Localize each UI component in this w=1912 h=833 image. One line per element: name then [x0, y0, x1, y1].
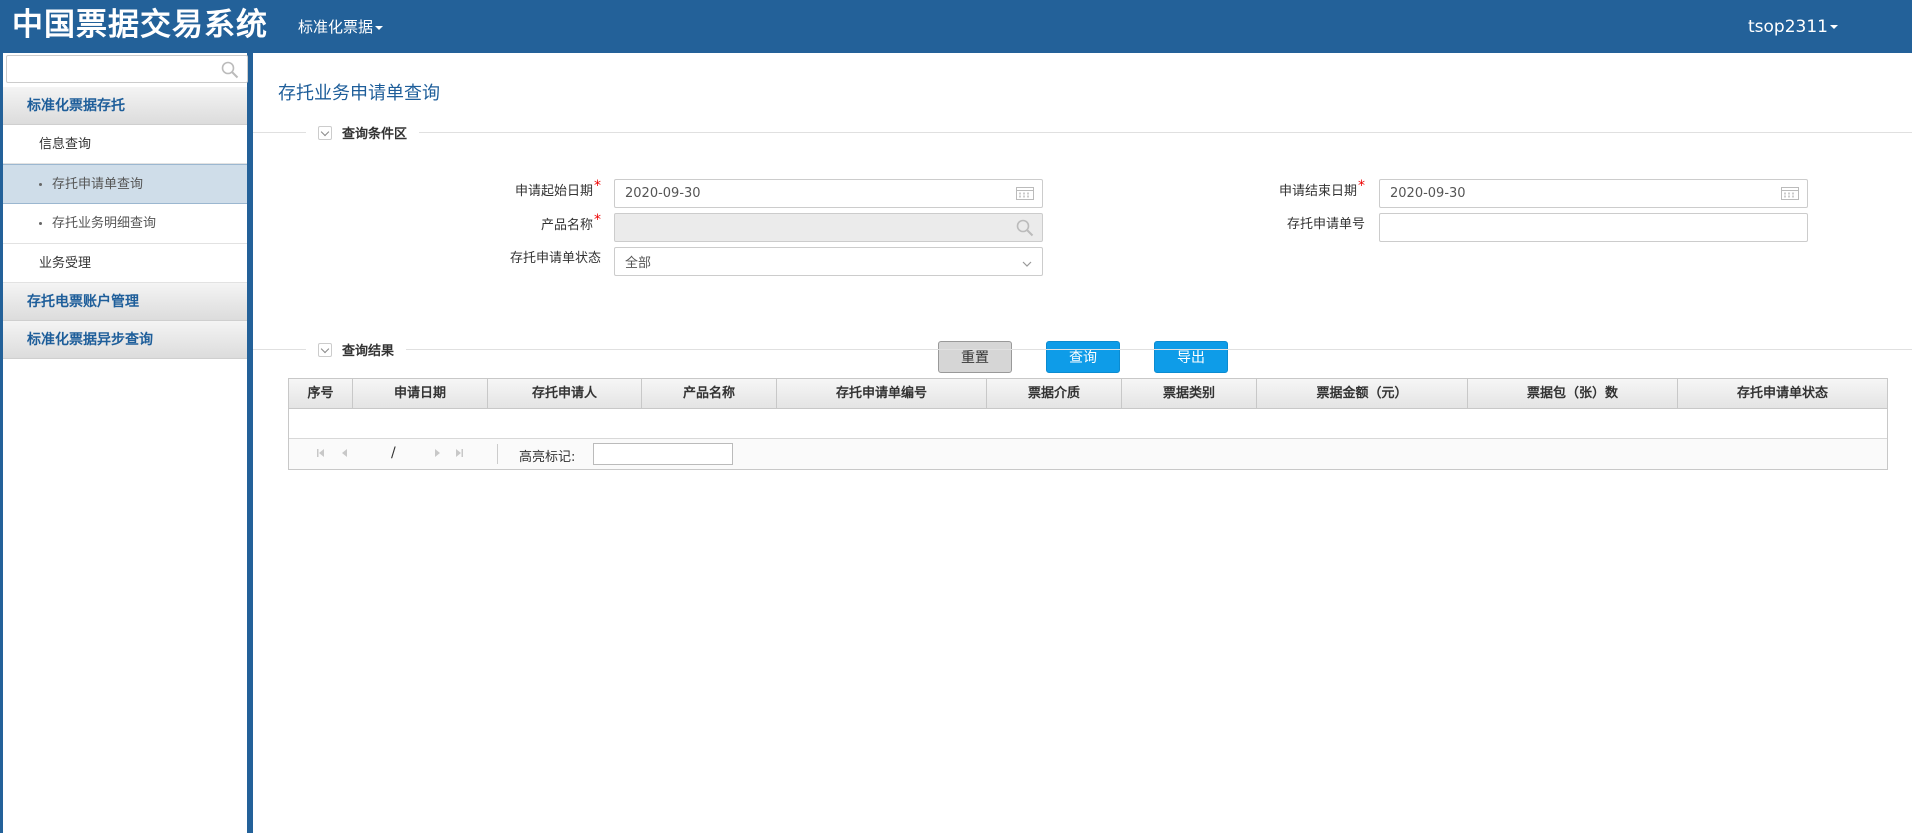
last-page-icon[interactable]: [453, 447, 465, 459]
app-title: 中国票据交易系统: [12, 7, 268, 43]
highlight-input[interactable]: [593, 443, 733, 465]
table-body: [289, 409, 1887, 439]
sidebar-item-label: 存托申请单查询: [52, 177, 144, 192]
column-header-applicant[interactable]: 存托申请人: [488, 379, 642, 408]
start-date-label-text: 申请起始日期: [514, 184, 593, 199]
user-menu[interactable]: tsop2311: [1748, 17, 1838, 37]
status-select-value[interactable]: [615, 248, 978, 275]
highlight-label: 高亮标记:: [519, 450, 576, 465]
product-name-field[interactable]: [614, 213, 1043, 242]
end-date-label: 申请结束日期*: [1205, 178, 1365, 204]
start-date-label: 申请起始日期*: [441, 178, 601, 204]
product-name-input[interactable]: [615, 214, 978, 241]
caret-down-icon: [375, 25, 384, 30]
section-divider: [253, 349, 1912, 350]
start-date-field[interactable]: [614, 179, 1043, 208]
application-no-input[interactable]: [1380, 214, 1743, 241]
required-mark: *: [1358, 178, 1365, 194]
top-header: 中国票据交易系统 标准化票据 tsop2311: [0, 0, 1912, 53]
page-indicator: /: [391, 445, 396, 461]
first-page-icon[interactable]: [315, 447, 327, 459]
caret-down-icon: [1829, 25, 1838, 29]
column-header-application-no[interactable]: 存托申请单编号: [777, 379, 987, 408]
table-pager: / 高亮标记:: [289, 439, 1887, 469]
chevron-down-icon: [318, 125, 332, 140]
column-header-bill-count[interactable]: 票据包（张）数: [1468, 379, 1678, 408]
result-section-header[interactable]: 查询结果: [306, 341, 407, 359]
main-content: 存托业务申请单查询 查询条件区 申请起始日期* 申请结束日期* 产品名称* 存托…: [253, 53, 1912, 833]
application-no-label: 存托申请单号: [1286, 217, 1365, 232]
column-header-apply-date[interactable]: 申请日期: [353, 379, 488, 408]
column-header-bill-type[interactable]: 票据类别: [1122, 379, 1257, 408]
end-date-input[interactable]: [1380, 180, 1743, 207]
status-label: 存托申请单状态: [509, 251, 601, 266]
query-button[interactable]: 查询: [1046, 341, 1120, 373]
calendar-icon[interactable]: [1781, 186, 1799, 203]
end-date-field[interactable]: [1379, 179, 1808, 208]
search-icon[interactable]: [1016, 219, 1034, 240]
start-date-input[interactable]: [615, 180, 978, 207]
column-header-bill-amount[interactable]: 票据金额（元）: [1257, 379, 1468, 408]
sidebar-search: [6, 55, 248, 83]
pager-divider: [497, 444, 498, 464]
standard-bill-menu[interactable]: 标准化票据: [298, 17, 384, 37]
bullet-icon: [39, 183, 42, 186]
required-mark: *: [594, 212, 601, 228]
prev-page-icon[interactable]: [339, 447, 351, 459]
user-name: tsop2311: [1748, 17, 1828, 37]
end-date-label-text: 申请结束日期: [1278, 184, 1357, 199]
sidebar: 标准化票据存托 信息查询 存托申请单查询 存托业务明细查询 业务受理 存托电票账…: [0, 53, 253, 833]
standard-bill-menu-label: 标准化票据: [298, 18, 374, 36]
sidebar-item-custody-application-query[interactable]: 存托申请单查询: [3, 164, 247, 204]
sidebar-search-input[interactable]: [7, 56, 207, 82]
sidebar-item-label: 存托业务明细查询: [52, 216, 157, 231]
chevron-down-icon: [318, 342, 332, 357]
column-header-product-name[interactable]: 产品名称: [642, 379, 777, 408]
reset-button[interactable]: 重置: [938, 341, 1012, 373]
column-header-bill-medium[interactable]: 票据介质: [987, 379, 1122, 408]
sidebar-group-account-management[interactable]: 存托电票账户管理: [3, 283, 247, 321]
status-select[interactable]: [614, 247, 1043, 276]
sidebar-group-async-query[interactable]: 标准化票据异步查询: [3, 321, 247, 359]
export-button[interactable]: 导出: [1154, 341, 1228, 373]
query-section-header[interactable]: 查询条件区: [306, 124, 420, 142]
sidebar-item-info-query[interactable]: 信息查询: [3, 125, 247, 164]
sidebar-item-custody-detail-query[interactable]: 存托业务明细查询: [3, 204, 247, 244]
product-name-label: 产品名称*: [441, 212, 601, 238]
product-name-label-text: 产品名称: [540, 218, 593, 233]
column-header-status[interactable]: 存托申请单状态: [1678, 379, 1887, 408]
table-header-row: 序号 申请日期 存托申请人 产品名称 存托申请单编号 票据介质 票据类别 票据金…: [289, 379, 1887, 409]
page-title: 存托业务申请单查询: [278, 83, 440, 104]
result-section-title: 查询结果: [342, 344, 395, 359]
column-header-index[interactable]: 序号: [289, 379, 353, 408]
required-mark: *: [594, 178, 601, 194]
sidebar-group-bill-custody[interactable]: 标准化票据存托: [3, 87, 247, 125]
bullet-icon: [39, 222, 42, 225]
result-table: 序号 申请日期 存托申请人 产品名称 存托申请单编号 票据介质 票据类别 票据金…: [288, 378, 1888, 470]
application-no-field[interactable]: [1379, 213, 1808, 242]
sidebar-item-business-acceptance[interactable]: 业务受理: [3, 244, 247, 283]
chevron-down-icon: [1022, 257, 1032, 271]
section-divider: [253, 132, 1912, 133]
query-section-title: 查询条件区: [342, 127, 408, 142]
search-icon[interactable]: [221, 61, 239, 82]
next-page-icon[interactable]: [431, 447, 443, 459]
calendar-icon[interactable]: [1016, 186, 1034, 203]
